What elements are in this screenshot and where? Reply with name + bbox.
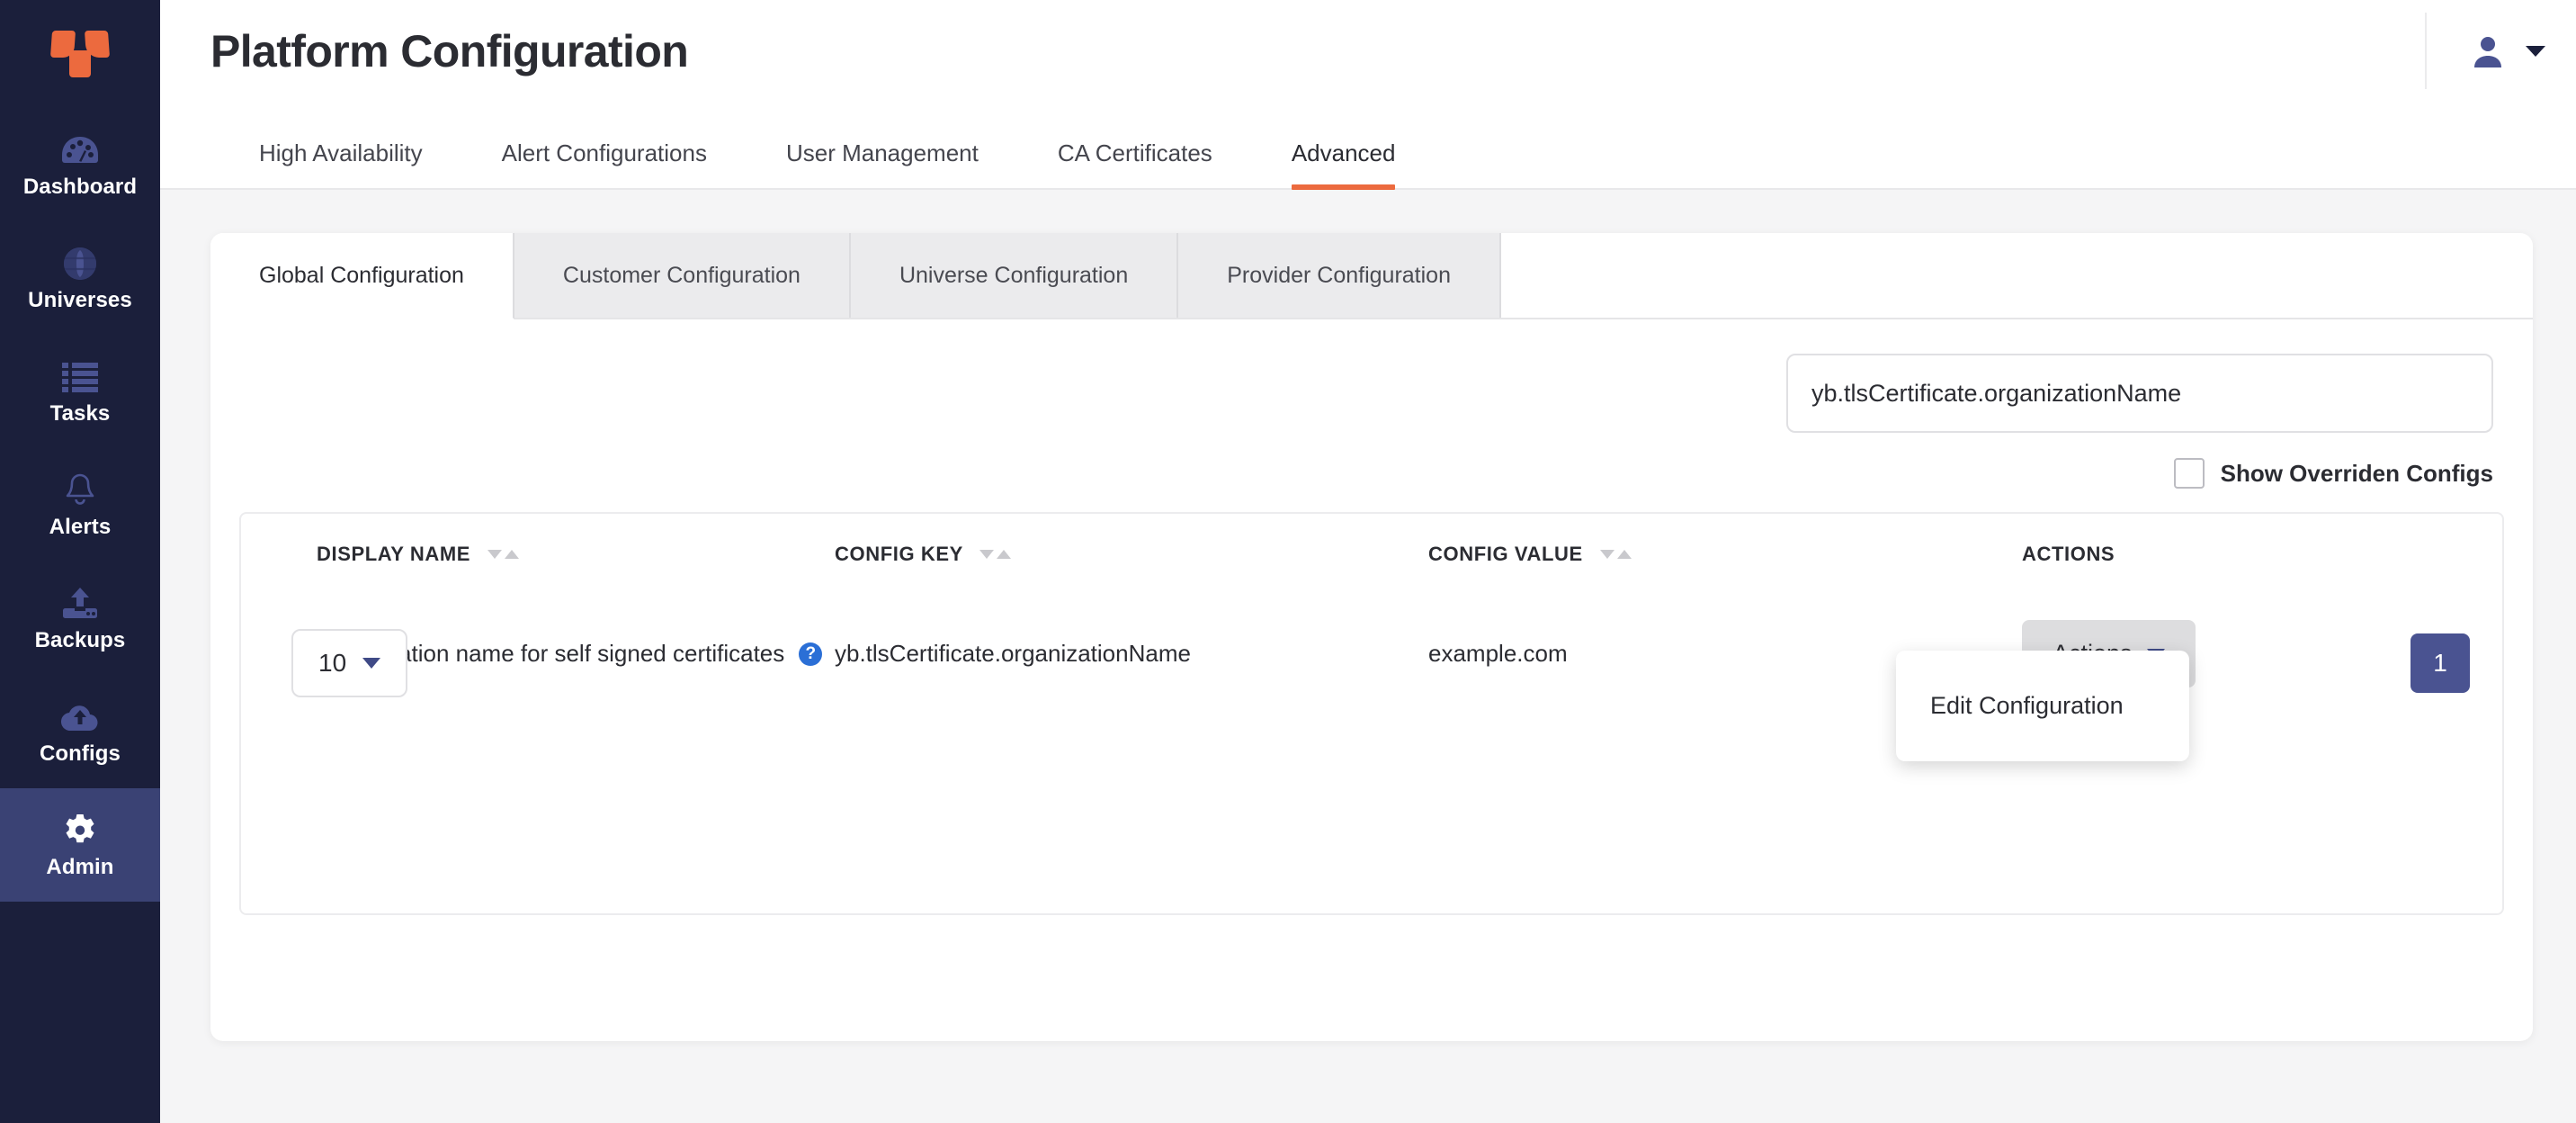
sort-arrows-icon[interactable] [979, 550, 1011, 559]
sidebar-item-universes[interactable]: Universes [0, 221, 160, 335]
column-header-label: ACTIONS [2022, 543, 2115, 565]
subtab-customer-configuration[interactable]: Customer Configuration [514, 233, 851, 318]
tab-user-management[interactable]: User Management [747, 141, 1018, 188]
cloud-upload-icon [60, 698, 100, 736]
subtab-label: Customer Configuration [563, 263, 801, 289]
column-header-label: CONFIG VALUE [1428, 543, 1583, 565]
page-size-value: 10 [318, 649, 346, 678]
list-icon [60, 358, 100, 396]
subtab-global-configuration[interactable]: Global Configuration [210, 233, 514, 319]
configuration-subtabs: Global Configuration Customer Configurat… [210, 233, 2533, 319]
tab-ca-certificates[interactable]: CA Certificates [1018, 141, 1252, 188]
tab-alert-configurations[interactable]: Alert Configurations [462, 141, 747, 188]
tab-label: CA Certificates [1058, 139, 1212, 166]
sidebar-item-label: Backups [35, 630, 126, 651]
main-area: Platform Configuration High Availability… [160, 0, 2576, 1123]
tab-label: User Management [786, 139, 979, 166]
help-circle-icon[interactable]: ? [799, 642, 822, 666]
brand-logo[interactable] [0, 0, 160, 108]
sidebar-item-label: Tasks [50, 403, 111, 425]
page-title: Platform Configuration [210, 25, 688, 77]
table-head: DISPLAY NAME CONFIG KEY [241, 514, 2502, 593]
cell-config-key: yb.tlsCertificate.organizationName [835, 593, 1428, 714]
column-header-display-name[interactable]: DISPLAY NAME [241, 514, 835, 593]
column-header-label: CONFIG KEY [835, 543, 963, 565]
tab-label: High Availability [259, 139, 423, 166]
sort-arrows-icon[interactable] [487, 550, 519, 559]
column-header-label: DISPLAY NAME [317, 543, 470, 565]
gear-icon [60, 812, 100, 849]
chevron-down-icon [362, 658, 380, 669]
configuration-table-wrapper: DISPLAY NAME CONFIG KEY [239, 512, 2504, 915]
show-overridden-row: Show Overriden Configs [239, 433, 2504, 489]
user-avatar-icon [2470, 33, 2506, 69]
tab-high-availability[interactable]: High Availability [210, 141, 462, 188]
chevron-down-icon [2526, 46, 2545, 57]
subtab-provider-configuration[interactable]: Provider Configuration [1178, 233, 1501, 318]
sidebar-item-label: Admin [46, 857, 113, 878]
user-menu-button[interactable] [2425, 13, 2545, 89]
subtab-label: Provider Configuration [1227, 263, 1451, 289]
yugabyte-logo-icon [51, 31, 109, 77]
column-header-config-key[interactable]: CONFIG KEY [835, 514, 1428, 593]
menu-item-edit-configuration[interactable]: Edit Configuration [1896, 678, 2189, 734]
content-area: Global Configuration Customer Configurat… [160, 190, 2576, 1123]
tab-advanced[interactable]: Advanced [1252, 141, 1436, 188]
subtab-label: Universe Configuration [899, 263, 1128, 289]
column-header-config-value[interactable]: CONFIG VALUE [1428, 514, 2022, 593]
app-root: Dashboard Universes [0, 0, 2576, 1123]
search-row [239, 319, 2504, 433]
page-button-1[interactable]: 1 [2411, 633, 2470, 693]
subtab-universe-configuration[interactable]: Universe Configuration [851, 233, 1178, 318]
subtab-label: Global Configuration [259, 263, 464, 289]
sort-arrows-icon[interactable] [1600, 550, 1632, 559]
sidebar-item-label: Universes [28, 290, 132, 311]
tab-label: Alert Configurations [502, 139, 707, 166]
gauge-icon [60, 131, 100, 169]
sidebar-item-tasks[interactable]: Tasks [0, 335, 160, 448]
sidebar-item-alerts[interactable]: Alerts [0, 448, 160, 562]
table-header-row: DISPLAY NAME CONFIG KEY [241, 514, 2502, 593]
show-overridden-label: Show Overriden Configs [2221, 460, 2493, 488]
actions-dropdown-menu: Edit Configuration [1896, 651, 2189, 761]
globe-icon [60, 245, 100, 283]
bell-icon [60, 472, 100, 509]
sidebar-item-label: Dashboard [23, 176, 137, 198]
backup-upload-icon [60, 585, 100, 623]
sidebar-item-dashboard[interactable]: Dashboard [0, 108, 160, 221]
sidebar-item-label: Alerts [49, 517, 112, 538]
primary-tabs: High Availability Alert Configurations U… [160, 102, 2576, 190]
configuration-panel: Show Overriden Configs DISPLAY NAME [210, 319, 2533, 915]
search-input[interactable] [1786, 354, 2493, 433]
column-header-actions: ACTIONS [2022, 514, 2502, 593]
show-overridden-checkbox[interactable] [2174, 458, 2205, 489]
sidebar: Dashboard Universes [0, 0, 160, 1123]
sidebar-item-admin[interactable]: Admin [0, 788, 160, 902]
top-bar: Platform Configuration [160, 0, 2576, 102]
sidebar-item-configs[interactable]: Configs [0, 675, 160, 788]
tab-label: Advanced [1292, 139, 1396, 166]
sidebar-item-label: Configs [40, 743, 121, 765]
page-size-select[interactable]: 10 [291, 629, 407, 697]
sidebar-item-backups[interactable]: Backups [0, 562, 160, 675]
configuration-card: Global Configuration Customer Configurat… [210, 233, 2533, 1041]
